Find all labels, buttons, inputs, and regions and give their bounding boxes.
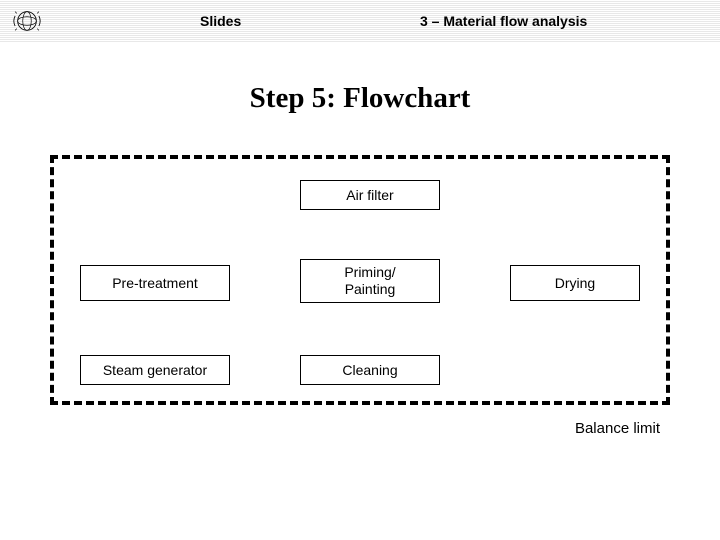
flowchart-diagram: Air filter Pre-treatment Priming/Paintin…: [50, 155, 670, 415]
header-topic-label: 3 – Material flow analysis: [420, 13, 587, 29]
node-air-filter: Air filter: [300, 180, 440, 210]
node-drying: Drying: [510, 265, 640, 301]
node-cleaning: Cleaning: [300, 355, 440, 385]
unido-logo-icon: [10, 4, 44, 38]
slide-title: Step 5: Flowchart: [0, 82, 720, 115]
node-priming-painting: Priming/Painting: [300, 259, 440, 303]
node-steam-generator: Steam generator: [80, 355, 230, 385]
header-slides-label: Slides: [200, 13, 241, 29]
slide-header: Slides 3 – Material flow analysis: [0, 0, 720, 42]
node-pre-treatment: Pre-treatment: [80, 265, 230, 301]
balance-limit-label: Balance limit: [575, 420, 660, 437]
